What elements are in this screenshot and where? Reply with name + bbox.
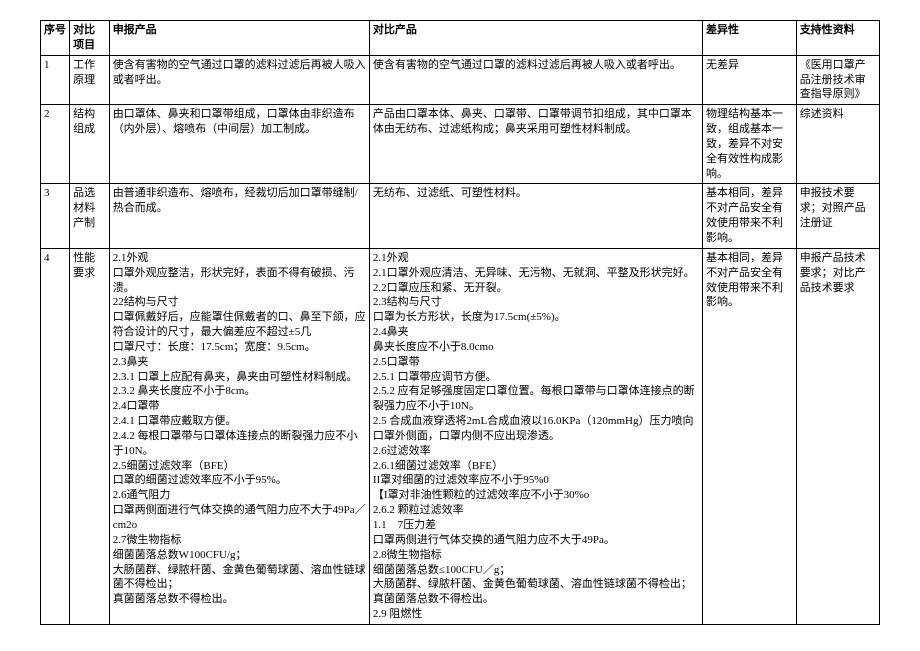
- table-row: 4性能要求2.1外观口罩外观应整洁，形状完好，表面不得有破损、污溃。22结构与尺…: [41, 248, 880, 624]
- cell-seq: 4: [41, 248, 70, 624]
- header-seq: 序号: [41, 21, 70, 56]
- cell-comp: 产品由口罩本体、鼻夹、口罩带、口罩带调节扣组成，其中口罩本体由无纺布、过滤纸构成…: [369, 105, 702, 184]
- cell-item: 结构组成: [70, 105, 110, 184]
- cell-decl: 使含有害物的空气通过口罩的滤料过滤后再被人吸入或者呼出。: [109, 55, 369, 105]
- cell-decl: 2.1外观口罩外观应整洁，形状完好，表面不得有破损、污溃。22结构与尺寸口罩佩戴…: [109, 248, 369, 624]
- cell-diff: 基本相同，差异不对产品安全有效使用带来不利影响。: [703, 184, 797, 248]
- cell-comp: 使含有害物的空气通过口罩的滤料过滤后再被人吸入或者呼出。: [369, 55, 702, 105]
- comparison-table: 序号 对比项目 申报产品 对比产品 差异性 支持性资料 1工作原理使含有害物的空…: [40, 20, 880, 625]
- table-header-row: 序号 对比项目 申报产品 对比产品 差异性 支持性资料: [41, 21, 880, 56]
- table-row: 3品选材料产制由普通非织造布、熔喷布，经裁切后加口罩带缝制/热合而成。无纺布、过…: [41, 184, 880, 248]
- cell-item: 工作原理: [70, 55, 110, 105]
- header-diff: 差异性: [703, 21, 797, 56]
- cell-comp: 2.1外观2.1口罩外观应清洁、无异味、无污物、无就洞、平整及形状完好。2.2口…: [369, 248, 702, 624]
- cell-supp: 申报技术要求；对照产品注册证: [796, 184, 879, 248]
- cell-supp: 《医用口罩产品注册技术审查指导原则》: [796, 55, 879, 105]
- table-row: 2结构组成由口罩体、鼻夹和口罩带组成，口罩体由非织造布（内外层）、熔喷布（中间层…: [41, 105, 880, 184]
- header-decl: 申报产品: [109, 21, 369, 56]
- cell-seq: 1: [41, 55, 70, 105]
- table-body: 1工作原理使含有害物的空气通过口罩的滤料过滤后再被人吸入或者呼出。使含有害物的空…: [41, 55, 880, 624]
- header-supp: 支持性资料: [796, 21, 879, 56]
- cell-seq: 3: [41, 184, 70, 248]
- cell-item: 品选材料产制: [70, 184, 110, 248]
- header-comp: 对比产品: [369, 21, 702, 56]
- cell-decl: 由普通非织造布、熔喷布，经裁切后加口罩带缝制/热合而成。: [109, 184, 369, 248]
- cell-decl: 由口罩体、鼻夹和口罩带组成，口罩体由非织造布（内外层）、熔喷布（中间层）加工制成…: [109, 105, 369, 184]
- cell-diff: 无差异: [703, 55, 797, 105]
- table-row: 1工作原理使含有害物的空气通过口罩的滤料过滤后再被人吸入或者呼出。使含有害物的空…: [41, 55, 880, 105]
- header-item: 对比项目: [70, 21, 110, 56]
- cell-diff: 基本相同，差异不对产品安全有效使用带来不利影响。: [703, 248, 797, 624]
- cell-item: 性能要求: [70, 248, 110, 624]
- cell-seq: 2: [41, 105, 70, 184]
- cell-comp: 无纺布、过滤纸、可塑性材料。: [369, 184, 702, 248]
- cell-diff: 物理结构基本一致，组成基本一致，差异不对安全有效性构成影响。: [703, 105, 797, 184]
- cell-supp: 综述资料: [796, 105, 879, 184]
- cell-supp: 申报产品技术要求；对比产品技术要求: [796, 248, 879, 624]
